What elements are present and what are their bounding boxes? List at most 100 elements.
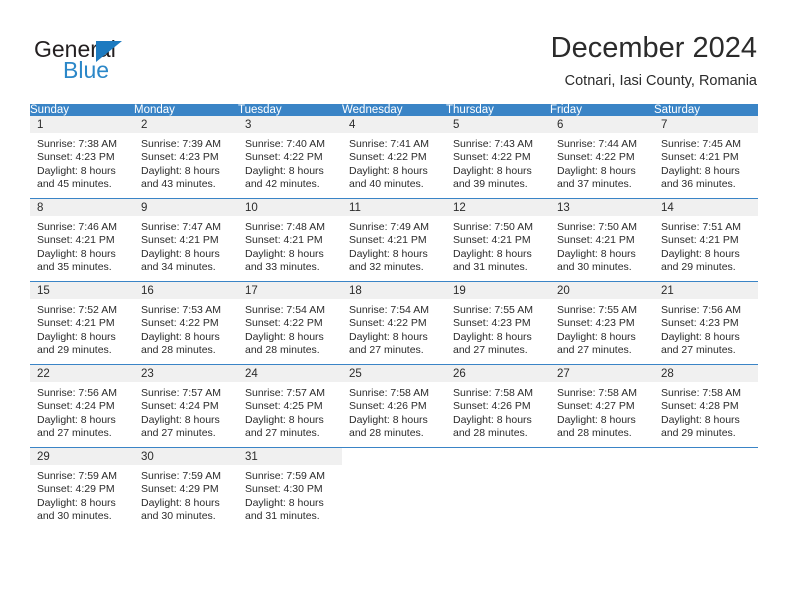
sunset-text: Sunset: 4:21 PM [37, 234, 115, 247]
daylight-line1: Daylight: 8 hours [453, 330, 532, 343]
daylight-line2: and 27 minutes. [37, 427, 112, 440]
daylight-line1: Daylight: 8 hours [453, 247, 532, 260]
day-info: Sunrise: 7:57 AM Sunset: 4:24 PM Dayligh… [134, 382, 238, 441]
sunset-text: Sunset: 4:29 PM [37, 483, 115, 496]
day-number: 13 [550, 199, 654, 216]
daylight-line1: Daylight: 8 hours [245, 164, 324, 177]
daylight-line1: Daylight: 8 hours [141, 247, 220, 260]
day-cell[interactable]: 27 Sunrise: 7:58 AM Sunset: 4:27 PM Dayl… [550, 364, 654, 448]
day-cell[interactable]: 3 Sunrise: 7:40 AM Sunset: 4:22 PM Dayli… [238, 116, 342, 199]
daylight-line1: Daylight: 8 hours [557, 413, 636, 426]
day-cell[interactable]: 13 Sunrise: 7:50 AM Sunset: 4:21 PM Dayl… [550, 198, 654, 282]
day-info: Sunrise: 7:48 AM Sunset: 4:21 PM Dayligh… [238, 216, 342, 275]
weekday-header-monday: Monday [134, 104, 238, 116]
day-cell[interactable]: 7 Sunrise: 7:45 AM Sunset: 4:21 PM Dayli… [654, 116, 758, 199]
day-info: Sunrise: 7:52 AM Sunset: 4:21 PM Dayligh… [30, 299, 134, 358]
sunrise-text: Sunrise: 7:47 AM [141, 221, 221, 233]
day-cell[interactable]: 26 Sunrise: 7:58 AM Sunset: 4:26 PM Dayl… [446, 364, 550, 448]
day-cell[interactable]: 28 Sunrise: 7:58 AM Sunset: 4:28 PM Dayl… [654, 364, 758, 448]
day-cell[interactable]: 8 Sunrise: 7:46 AM Sunset: 4:21 PM Dayli… [30, 198, 134, 282]
sunrise-text: Sunrise: 7:56 AM [661, 304, 741, 316]
day-number: 6 [550, 116, 654, 133]
day-number [654, 448, 758, 465]
day-number: 17 [238, 282, 342, 299]
day-number: 24 [238, 365, 342, 382]
day-cell[interactable]: 17 Sunrise: 7:54 AM Sunset: 4:22 PM Dayl… [238, 281, 342, 365]
calendar-page: General Blue December 2024 Cotnari, Iasi… [0, 0, 792, 612]
day-cell[interactable]: 20 Sunrise: 7:55 AM Sunset: 4:23 PM Dayl… [550, 281, 654, 365]
sunrise-text: Sunrise: 7:43 AM [453, 138, 533, 150]
day-number: 28 [654, 365, 758, 382]
sunrise-text: Sunrise: 7:45 AM [661, 138, 741, 150]
day-cell[interactable]: 5 Sunrise: 7:43 AM Sunset: 4:22 PM Dayli… [446, 116, 550, 199]
day-cell[interactable]: 24 Sunrise: 7:57 AM Sunset: 4:25 PM Dayl… [238, 364, 342, 448]
day-number: 16 [134, 282, 238, 299]
day-cell[interactable]: 25 Sunrise: 7:58 AM Sunset: 4:26 PM Dayl… [342, 364, 446, 448]
day-cell[interactable]: 29 Sunrise: 7:59 AM Sunset: 4:29 PM Dayl… [30, 447, 134, 530]
day-cell[interactable]: 1 Sunrise: 7:38 AM Sunset: 4:23 PM Dayli… [30, 116, 134, 199]
day-number: 26 [446, 365, 550, 382]
sunrise-text: Sunrise: 7:58 AM [661, 387, 741, 399]
daylight-line2: and 28 minutes. [453, 427, 528, 440]
daylight-line1: Daylight: 8 hours [37, 330, 116, 343]
daylight-line1: Daylight: 8 hours [661, 413, 740, 426]
daylight-line2: and 31 minutes. [453, 261, 528, 274]
day-cell[interactable]: 14 Sunrise: 7:51 AM Sunset: 4:21 PM Dayl… [654, 198, 758, 282]
daylight-line2: and 28 minutes. [141, 344, 216, 357]
sunset-text: Sunset: 4:23 PM [661, 317, 739, 330]
sunrise-text: Sunrise: 7:59 AM [245, 470, 325, 482]
sunrise-text: Sunrise: 7:58 AM [557, 387, 637, 399]
day-cell-empty [342, 447, 446, 530]
day-info: Sunrise: 7:41 AM Sunset: 4:22 PM Dayligh… [342, 133, 446, 192]
sunrise-text: Sunrise: 7:44 AM [557, 138, 637, 150]
daylight-line1: Daylight: 8 hours [141, 164, 220, 177]
sunset-text: Sunset: 4:26 PM [349, 400, 427, 413]
weekday-header-tuesday: Tuesday [238, 104, 342, 116]
day-cell[interactable]: 12 Sunrise: 7:50 AM Sunset: 4:21 PM Dayl… [446, 198, 550, 282]
page-header: General Blue December 2024 Cotnari, Iasi… [0, 0, 792, 100]
week-row: 29 Sunrise: 7:59 AM Sunset: 4:29 PM Dayl… [30, 447, 758, 530]
daylight-line2: and 29 minutes. [661, 427, 736, 440]
day-cell[interactable]: 10 Sunrise: 7:48 AM Sunset: 4:21 PM Dayl… [238, 198, 342, 282]
sunset-text: Sunset: 4:22 PM [245, 151, 323, 164]
day-cell[interactable]: 15 Sunrise: 7:52 AM Sunset: 4:21 PM Dayl… [30, 281, 134, 365]
day-info: Sunrise: 7:43 AM Sunset: 4:22 PM Dayligh… [446, 133, 550, 192]
day-number: 12 [446, 199, 550, 216]
day-cell[interactable]: 16 Sunrise: 7:53 AM Sunset: 4:22 PM Dayl… [134, 281, 238, 365]
weekday-header-wednesday: Wednesday [342, 104, 446, 116]
day-cell[interactable]: 18 Sunrise: 7:54 AM Sunset: 4:22 PM Dayl… [342, 281, 446, 365]
daylight-line1: Daylight: 8 hours [661, 247, 740, 260]
day-info: Sunrise: 7:47 AM Sunset: 4:21 PM Dayligh… [134, 216, 238, 275]
day-cell[interactable]: 23 Sunrise: 7:57 AM Sunset: 4:24 PM Dayl… [134, 364, 238, 448]
day-number: 18 [342, 282, 446, 299]
daylight-line2: and 36 minutes. [661, 178, 736, 191]
day-cell[interactable]: 31 Sunrise: 7:59 AM Sunset: 4:30 PM Dayl… [238, 447, 342, 530]
daylight-line2: and 28 minutes. [349, 427, 424, 440]
sunset-text: Sunset: 4:22 PM [245, 317, 323, 330]
sunrise-text: Sunrise: 7:59 AM [37, 470, 117, 482]
daylight-line2: and 31 minutes. [245, 510, 320, 523]
daylight-line1: Daylight: 8 hours [37, 247, 116, 260]
day-cell[interactable]: 6 Sunrise: 7:44 AM Sunset: 4:22 PM Dayli… [550, 116, 654, 199]
day-cell[interactable]: 9 Sunrise: 7:47 AM Sunset: 4:21 PM Dayli… [134, 198, 238, 282]
sunrise-text: Sunrise: 7:41 AM [349, 138, 429, 150]
general-blue-logo[interactable]: General Blue [34, 36, 214, 88]
daylight-line1: Daylight: 8 hours [557, 164, 636, 177]
sunset-text: Sunset: 4:23 PM [37, 151, 115, 164]
day-cell-empty [654, 447, 758, 530]
day-cell[interactable]: 21 Sunrise: 7:56 AM Sunset: 4:23 PM Dayl… [654, 281, 758, 365]
day-cell[interactable]: 19 Sunrise: 7:55 AM Sunset: 4:23 PM Dayl… [446, 281, 550, 365]
sunset-text: Sunset: 4:22 PM [349, 151, 427, 164]
day-number: 8 [30, 199, 134, 216]
day-cell[interactable]: 4 Sunrise: 7:41 AM Sunset: 4:22 PM Dayli… [342, 116, 446, 199]
daylight-line2: and 27 minutes. [453, 344, 528, 357]
day-cell[interactable]: 22 Sunrise: 7:56 AM Sunset: 4:24 PM Dayl… [30, 364, 134, 448]
logo-text-blue: Blue [63, 57, 110, 83]
daylight-line2: and 39 minutes. [453, 178, 528, 191]
week-row: 15 Sunrise: 7:52 AM Sunset: 4:21 PM Dayl… [30, 281, 758, 365]
daylight-line2: and 30 minutes. [37, 510, 112, 523]
day-cell[interactable]: 30 Sunrise: 7:59 AM Sunset: 4:29 PM Dayl… [134, 447, 238, 530]
day-cell[interactable]: 11 Sunrise: 7:49 AM Sunset: 4:21 PM Dayl… [342, 198, 446, 282]
sunrise-text: Sunrise: 7:39 AM [141, 138, 221, 150]
day-cell[interactable]: 2 Sunrise: 7:39 AM Sunset: 4:23 PM Dayli… [134, 116, 238, 199]
